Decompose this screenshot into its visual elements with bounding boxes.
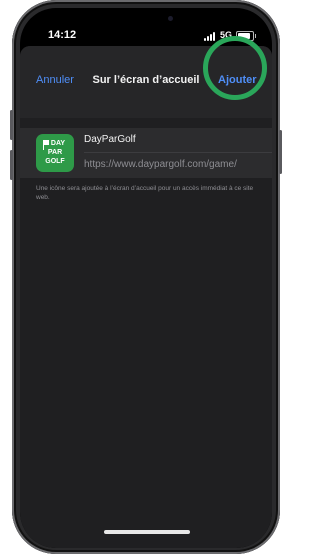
add-to-home-sheet: Annuler Sur l’écran d’accueil Ajouter DA…: [20, 36, 272, 548]
volume-up-button: [10, 110, 13, 140]
icon-text-line1: DAY: [50, 140, 66, 147]
screen: 14:12 5G Annuler Sur l’écran d’accueil A…: [20, 8, 272, 548]
icon-text-line2: PAR: [47, 149, 63, 156]
app-icon: DAY PAR GOLF: [36, 134, 74, 172]
hint-text: Une icône sera ajoutée à l’écran d’accue…: [36, 185, 254, 201]
sheet-navbar: Annuler Sur l’écran d’accueil Ajouter: [20, 36, 272, 118]
power-button: [279, 130, 282, 174]
divider: [84, 152, 272, 153]
bookmark-url: https://www.daypargolf.com/game/: [84, 159, 237, 170]
icon-text-line3: GOLF: [45, 158, 65, 165]
highlight-circle: [203, 36, 267, 100]
volume-down-button: [10, 150, 13, 180]
signal-icon: [204, 32, 218, 41]
status-time: 14:12: [48, 29, 77, 41]
home-indicator[interactable]: [104, 530, 190, 534]
camera-icon: [168, 16, 173, 21]
bookmark-name-field[interactable]: DayParGolf: [84, 134, 136, 145]
notch: [82, 8, 210, 32]
bookmark-card: DAY PAR GOLF DayParGolf https://www.dayp…: [20, 128, 272, 178]
